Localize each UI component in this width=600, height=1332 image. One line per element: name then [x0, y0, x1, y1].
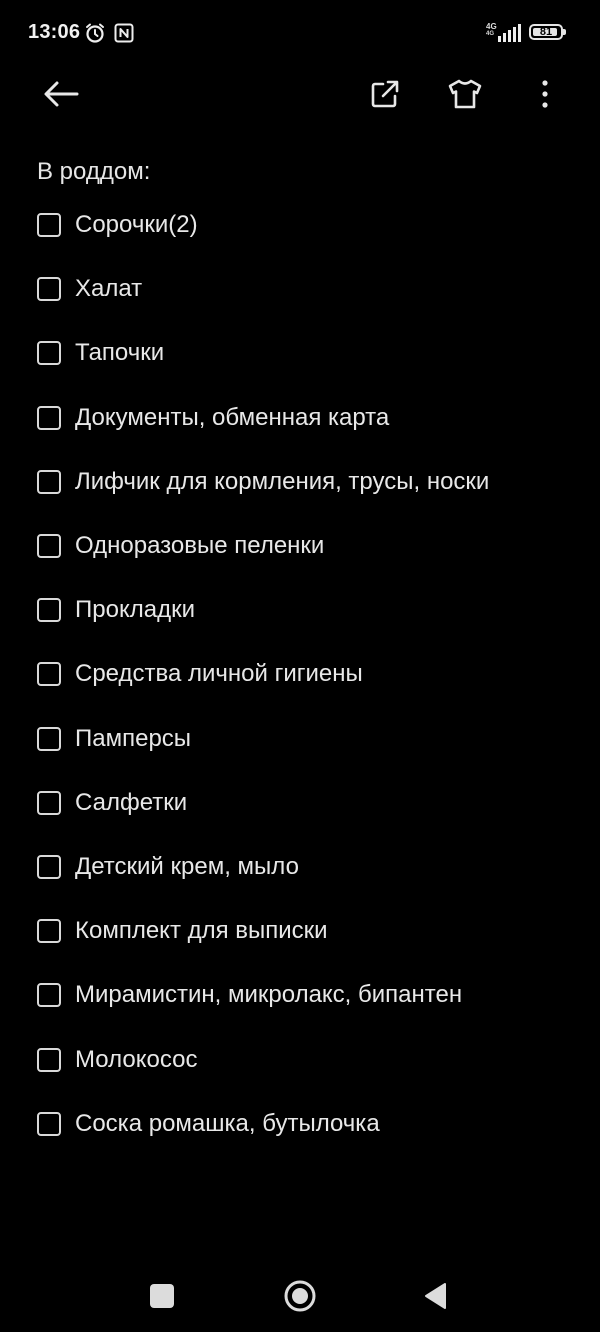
- home-button[interactable]: [270, 1266, 330, 1326]
- share-button[interactable]: [361, 70, 409, 118]
- network-type: 4G 4G: [486, 22, 497, 37]
- alarm-icon: [84, 22, 106, 49]
- checklist-item-label[interactable]: Лифчик для кормления, трусы, носки: [75, 468, 489, 496]
- recents-square-icon: [150, 1284, 174, 1308]
- checkbox[interactable]: [37, 919, 61, 944]
- more-vert-icon: [542, 80, 548, 108]
- checklist-item[interactable]: Лифчик для кормления, трусы, носки: [37, 450, 577, 514]
- checklist-item[interactable]: Тапочки: [37, 321, 577, 385]
- checkbox[interactable]: [37, 1047, 61, 1072]
- checklist-item[interactable]: Халат: [37, 257, 577, 321]
- checklist-item[interactable]: Комплект для выписки: [37, 899, 577, 963]
- navigation-bar: [0, 1260, 600, 1332]
- checkbox[interactable]: [37, 469, 61, 494]
- checkbox[interactable]: [37, 1111, 61, 1136]
- more-button[interactable]: [521, 70, 569, 118]
- checkbox[interactable]: [37, 790, 61, 815]
- checklist-item-label[interactable]: Детский крем, мыло: [75, 853, 299, 881]
- signal-icon: [498, 24, 522, 47]
- checklist-item-label[interactable]: Средства личной гигиены: [75, 660, 363, 688]
- share-icon: [371, 80, 399, 108]
- checkbox[interactable]: [37, 598, 61, 623]
- checkbox[interactable]: [37, 405, 61, 430]
- checklist-item[interactable]: Прокладки: [37, 578, 577, 642]
- checklist-item[interactable]: Одноразовые пеленки: [37, 514, 577, 578]
- checkbox[interactable]: [37, 726, 61, 751]
- checklist-item-label[interactable]: Комплект для выписки: [75, 917, 328, 945]
- recents-button[interactable]: [132, 1266, 192, 1326]
- checklist-item[interactable]: Памперсы: [37, 707, 577, 771]
- checkbox[interactable]: [37, 662, 61, 687]
- checklist-item-label[interactable]: Прокладки: [75, 596, 195, 624]
- checklist-item[interactable]: Сорочки(2): [37, 193, 577, 257]
- checkbox[interactable]: [37, 277, 61, 302]
- checklist-item[interactable]: Детский крем, мыло: [37, 835, 577, 899]
- checklist-item-label[interactable]: Мирамистин, микролакс, бипантен: [75, 981, 462, 1009]
- theme-shirt-icon: [448, 79, 482, 109]
- checkbox[interactable]: [37, 983, 61, 1008]
- checklist-item-label[interactable]: Халат: [75, 275, 142, 303]
- status-time: 13:06: [28, 21, 81, 43]
- status-bar: 13:06 4G 4G 81: [0, 0, 600, 68]
- back-button[interactable]: [37, 70, 85, 118]
- checklist-item-label[interactable]: Соска ромашка, бутылочка: [75, 1110, 380, 1138]
- back-arrow-icon: [44, 81, 79, 107]
- checklist: Сорочки(2) Халат Тапочки Документы, обменна…: [37, 211, 577, 1177]
- checklist-item-label[interactable]: Документы, обменная карта: [75, 404, 389, 432]
- checklist-item-label[interactable]: Тапочки: [75, 339, 164, 367]
- checklist-item[interactable]: Документы, обменная карта: [37, 386, 577, 450]
- checklist-item-label[interactable]: Молокосос: [75, 1046, 197, 1074]
- checklist-item[interactable]: Средства личной гигиены: [37, 642, 577, 706]
- checklist-item-label[interactable]: Сорочки(2): [75, 211, 198, 239]
- battery-icon: 81: [529, 24, 566, 40]
- battery-level: 81: [539, 26, 553, 38]
- checklist-item[interactable]: Молокосос: [37, 1027, 577, 1091]
- nfc-icon: [114, 23, 134, 48]
- checklist-item-label[interactable]: Одноразовые пеленки: [75, 532, 324, 560]
- checkbox[interactable]: [37, 213, 61, 238]
- checklist-item[interactable]: Мирамистин, микролакс, бипантен: [37, 963, 577, 1027]
- checkbox[interactable]: [37, 534, 61, 559]
- theme-button[interactable]: [441, 70, 489, 118]
- checklist-item[interactable]: Салфетки: [37, 771, 577, 835]
- home-circle-icon: [284, 1280, 316, 1312]
- back-triangle-icon: [425, 1283, 446, 1309]
- checklist-item-label[interactable]: Памперсы: [75, 725, 191, 753]
- checklist-item[interactable]: Соска ромашка, бутылочка: [37, 1092, 577, 1156]
- checklist-item-label[interactable]: Салфетки: [75, 789, 187, 817]
- note-heading[interactable]: В роддом:: [37, 150, 577, 194]
- note-content[interactable]: В роддом: Сорочки(2) Халат Тапочки Документ…: [37, 150, 577, 1177]
- checkbox[interactable]: [37, 341, 61, 366]
- nav-back-button[interactable]: [406, 1266, 466, 1326]
- checkbox[interactable]: [37, 854, 61, 879]
